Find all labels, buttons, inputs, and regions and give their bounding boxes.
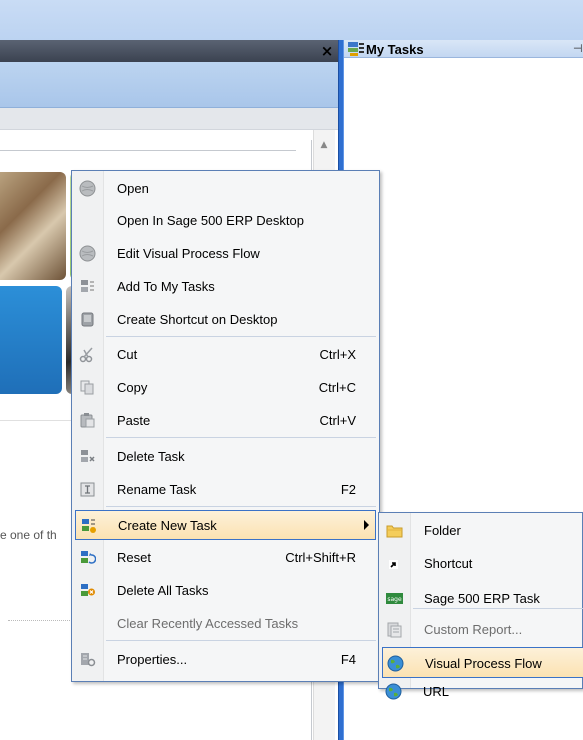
menu-item-label: Edit Visual Process Flow [117,246,260,261]
reset-icon [79,549,97,566]
menu-item-label: Delete Task [117,449,185,464]
partial-text: e one of th [0,528,57,542]
menu-item-reset[interactable]: Reset Ctrl+Shift+R [75,543,376,573]
menu-item-paste[interactable]: Paste Ctrl+V [75,406,376,436]
submenu-item-url-row[interactable]: URL [381,676,581,707]
document-toolbar [0,62,340,108]
properties-icon [79,651,96,668]
menu-item-label: Paste [117,413,151,428]
menu-item-clear-recent[interactable]: Clear Recently Accessed Tasks [75,609,376,639]
globe-gray-icon [79,245,96,262]
submenu-item-label: Sage 500 ERP Task [424,591,540,606]
submenu-item-folder[interactable]: Folder [382,515,583,546]
submenu-item-label: Folder [424,523,461,538]
menu-item-label: Create New Task [118,518,217,533]
submenu-item-shortcut[interactable]: Shortcut [382,548,583,579]
dotted-divider [8,620,78,621]
menu-separator [106,437,376,438]
context-menu: Open Open In Sage 500 ERP Desktop Edit V… [71,170,380,682]
menu-item-label: Reset [117,550,151,565]
menu-item-create-new-task[interactable]: Create New Task [75,510,376,540]
menu-item-label: Delete All Tasks [117,583,209,598]
document-header-band [0,108,340,130]
submenu-item-label: URL [423,684,450,699]
create-new-task-submenu: Folder Shortcut sage Sage 500 ERP Task C… [378,512,583,689]
menu-item-label: Rename Task [117,482,197,497]
task-delete-icon [79,448,96,465]
sage-icon: sage [386,590,403,607]
report-icon [386,621,403,638]
menu-item-shortcut: Ctrl+Shift+R [285,550,356,565]
submenu-arrow-icon [364,520,369,530]
submenu-item-label: Visual Process Flow [425,656,542,671]
task-new-icon [80,517,97,534]
delete-all-icon [79,582,96,599]
menu-item-label: Clear Recently Accessed Tasks [117,616,299,631]
photo-tile[interactable] [0,172,66,280]
my-tasks-icon [348,42,364,56]
menu-separator [106,640,376,641]
submenu-item-label: Shortcut [424,556,473,571]
svg-text:sage: sage [387,596,402,603]
shortcut-arrow-icon [386,555,403,572]
folder-icon [386,522,403,539]
menu-item-properties[interactable]: Properties... F4 [75,645,376,675]
close-icon[interactable]: × [318,42,336,60]
blue-tile[interactable] [0,286,62,394]
menu-item-shortcut: Ctrl+X [319,347,356,362]
menu-item-delete-task[interactable]: Delete Task [75,442,376,472]
menu-item-label: Properties... [117,652,188,667]
my-tasks-title: My Tasks [366,42,424,57]
menu-item-label: Add To My Tasks [117,279,215,294]
menu-separator [106,336,376,337]
submenu-item-visual-process-flow[interactable]: Visual Process Flow [382,647,583,678]
scissors-icon [79,346,96,363]
menu-item-label: Create Shortcut on Desktop [117,312,278,327]
menu-item-open-in-desktop[interactable]: Open In Sage 500 ERP Desktop [75,206,376,236]
frame-divider [0,150,296,151]
menu-item-copy[interactable]: Copy Ctrl+C [75,373,376,403]
menu-item-open[interactable]: Open [75,174,376,204]
document-titlebar [0,40,340,62]
globe-gray-icon [79,180,96,197]
menu-item-cut[interactable]: Cut Ctrl+X [75,340,376,370]
globe-icon [385,683,402,700]
menu-item-label: Open [117,181,149,196]
submenu-item-sage-task[interactable]: sage Sage 500 ERP Task [382,583,583,614]
paste-icon [79,412,96,429]
submenu-item-label: Custom Report... [424,622,523,637]
menu-item-label: Open In Sage 500 ERP Desktop [117,213,304,228]
menu-item-label: Copy [117,380,148,395]
submenu-item-custom-report[interactable]: Custom Report... [382,614,583,645]
shortcut-desktop-icon [79,311,96,328]
menu-item-create-shortcut[interactable]: Create Shortcut on Desktop [75,305,376,335]
menu-item-shortcut: F4 [340,652,356,667]
scroll-up-arrow-icon[interactable]: ▲ [319,140,329,150]
globe-icon [387,655,404,672]
top-strip [0,0,583,40]
rename-icon [79,481,96,498]
menu-separator [106,506,376,507]
copy-icon [79,379,96,396]
pin-icon[interactable]: ⊣ [573,42,583,56]
menu-item-shortcut: Ctrl+V [319,413,356,428]
menu-item-shortcut: F2 [340,482,356,497]
menu-item-shortcut: Ctrl+C [318,380,356,395]
menu-item-delete-all-tasks[interactable]: Delete All Tasks [75,576,376,606]
menu-item-add-to-my-tasks[interactable]: Add To My Tasks [75,272,376,302]
menu-item-rename-task[interactable]: Rename Task F2 [75,475,376,505]
menu-item-label: Cut [117,347,138,362]
task-add-icon [79,278,96,295]
menu-item-edit-visual-process-flow[interactable]: Edit Visual Process Flow [75,239,376,269]
